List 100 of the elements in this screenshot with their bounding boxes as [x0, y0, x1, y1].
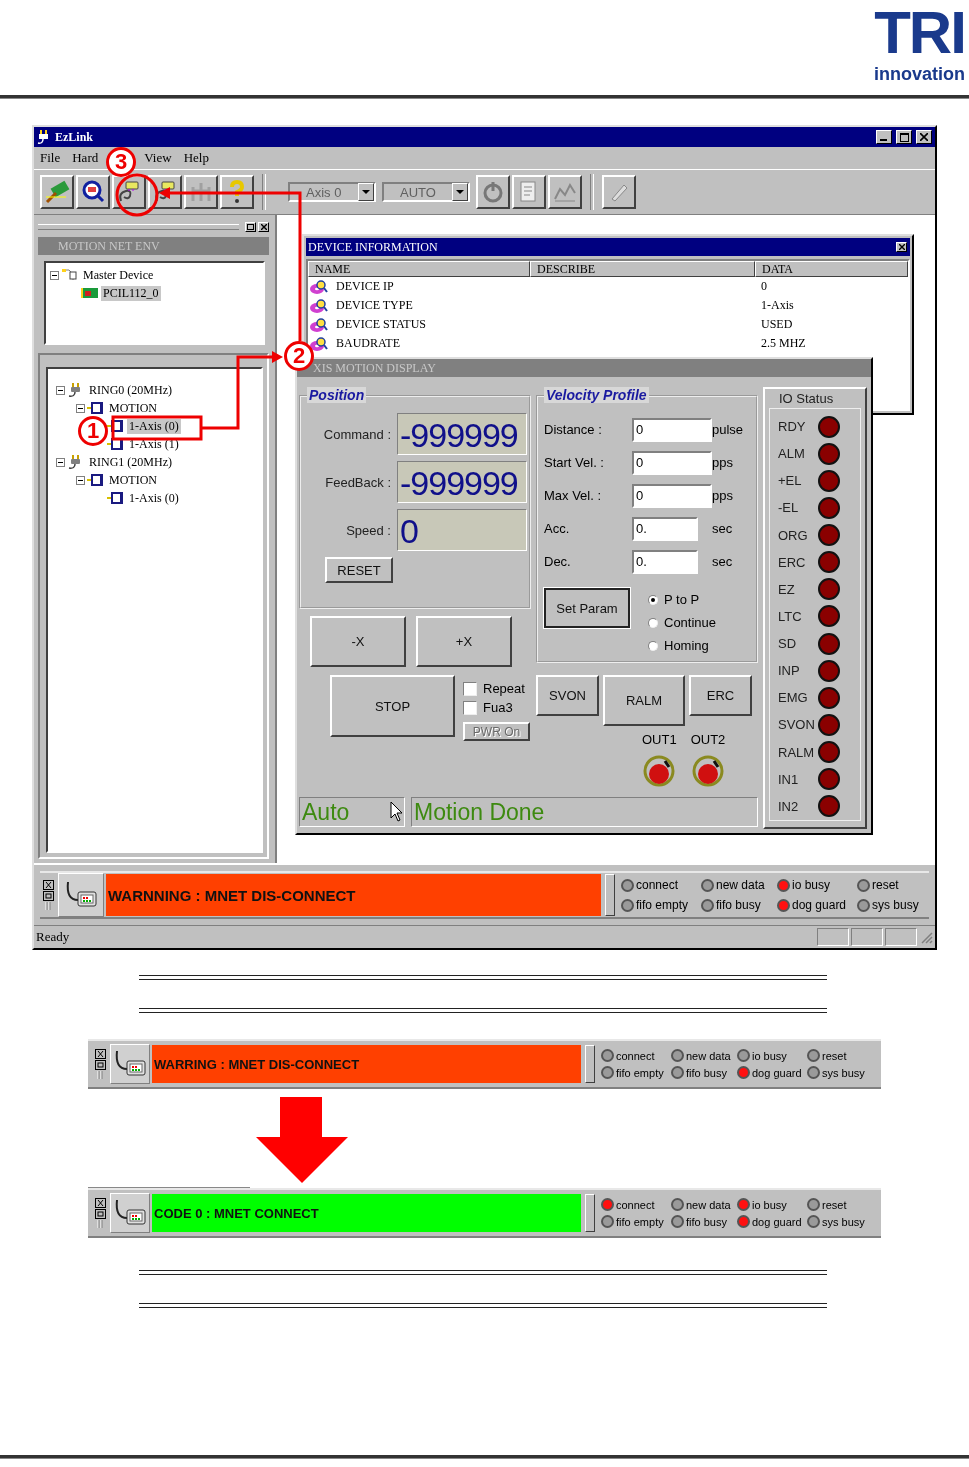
- field-label: FeedBack :: [324, 474, 391, 490]
- toolbar-button[interactable]: [40, 175, 74, 209]
- radio-circle[interactable]: [648, 617, 658, 628]
- tree-item[interactable]: 1-Axis (0): [127, 490, 181, 506]
- toolbar-button[interactable]: [220, 175, 254, 209]
- highlight-ring: [115, 173, 159, 217]
- grip-icon[interactable]: [97, 1071, 103, 1079]
- led-label: sys busy: [822, 1215, 865, 1228]
- column-header[interactable]: DESCRIBE: [530, 261, 755, 277]
- input-field[interactable]: 0: [632, 417, 712, 442]
- input-field[interactable]: 0: [632, 483, 712, 508]
- table-cell-text: 1-Axis: [760, 298, 795, 313]
- column-header[interactable]: NAME: [308, 261, 530, 277]
- splitter-handle[interactable]: [585, 1194, 595, 1232]
- panel-header: MOTION NET ENV: [38, 237, 269, 255]
- output-knob[interactable]: [692, 755, 724, 787]
- tree-item[interactable]: 1-Axis (1): [127, 436, 181, 452]
- tree-item[interactable]: PCIL112_0: [101, 285, 161, 301]
- logo-tagline: innovation: [874, 64, 965, 84]
- option-checkbox[interactable]: Repeat: [463, 681, 530, 696]
- checkbox[interactable]: [463, 681, 477, 696]
- connection-message: WARNNING : MNET DIS-CONNECT: [106, 874, 601, 916]
- minimize-button[interactable]: [876, 130, 892, 144]
- led-label: new data: [686, 1198, 731, 1211]
- cable-device-icon: [64, 880, 98, 910]
- close-icon: [920, 133, 928, 141]
- signal-label: EZ: [778, 581, 796, 597]
- device-icon: [87, 473, 105, 487]
- led-label: fifo busy: [716, 898, 761, 912]
- input-field[interactable]: 0.: [632, 549, 698, 574]
- grip-icon[interactable]: [45, 902, 51, 910]
- jog-button[interactable]: +X: [416, 616, 512, 667]
- led-label: fifo empty: [616, 1066, 664, 1079]
- stop-button[interactable]: STOP: [330, 675, 455, 737]
- mode-radio[interactable]: Homing: [648, 638, 717, 653]
- restore-icon[interactable]: [94, 1060, 106, 1070]
- toolbar-button[interactable]: [76, 175, 110, 209]
- input-field[interactable]: 0.: [632, 516, 698, 541]
- menu-item[interactable]: View: [144, 150, 172, 166]
- splitter-handle[interactable]: [605, 874, 615, 916]
- radio-circle[interactable]: [648, 640, 658, 651]
- collapse-icon[interactable]: [76, 403, 85, 413]
- close-icon[interactable]: [94, 1198, 106, 1208]
- radio-circle[interactable]: [648, 594, 658, 605]
- led-label: io busy: [752, 1049, 787, 1062]
- connection-button[interactable]: [58, 873, 104, 917]
- table-cell: DEVICE TYPE: [336, 298, 413, 313]
- led-label: reset: [822, 1049, 847, 1062]
- menu-item[interactable]: File: [40, 150, 61, 166]
- option-checkbox[interactable]: Fua3: [463, 700, 530, 715]
- mode-radio[interactable]: P to P: [648, 592, 717, 607]
- servo-button[interactable]: SVON: [536, 675, 599, 716]
- checkbox[interactable]: [463, 700, 477, 715]
- jog-button[interactable]: -X: [310, 616, 406, 667]
- close-button[interactable]: [896, 242, 907, 252]
- output-knob[interactable]: [643, 755, 676, 787]
- collapse-icon[interactable]: [56, 457, 65, 467]
- maximize-button[interactable]: [896, 130, 912, 144]
- connection-button[interactable]: [110, 1044, 150, 1084]
- signal-label: IN1: [778, 771, 800, 787]
- splitter-handle[interactable]: [585, 1045, 595, 1083]
- unit-label: sec: [712, 521, 734, 536]
- grip-icon[interactable]: [97, 1220, 103, 1228]
- close-button[interactable]: [258, 222, 269, 232]
- status-text: Ready: [36, 929, 71, 945]
- tree-item[interactable]: Master Device: [81, 267, 156, 283]
- collapse-icon[interactable]: [50, 270, 59, 280]
- reset-button[interactable]: RESET: [325, 557, 393, 583]
- led-label: fifo busy: [686, 1215, 727, 1228]
- led-label: sys busy: [872, 898, 919, 912]
- restore-icon[interactable]: [42, 891, 54, 901]
- mode-radio[interactable]: Continue: [648, 615, 717, 630]
- logo-wordmark: TRI: [874, 2, 965, 64]
- status-pane: [885, 928, 917, 946]
- close-icon[interactable]: [42, 880, 54, 890]
- column-header[interactable]: DATA: [755, 261, 908, 277]
- search-icon: [80, 179, 106, 205]
- tree-item[interactable]: MOTION: [107, 400, 159, 416]
- servo-button[interactable]: ERC: [689, 675, 752, 716]
- restore-icon[interactable]: [94, 1209, 106, 1219]
- maximize-icon: [899, 132, 909, 142]
- menu-item[interactable]: Help: [183, 150, 209, 166]
- collapse-icon[interactable]: [76, 475, 85, 485]
- close-button[interactable]: [916, 130, 932, 144]
- disc-icon: [310, 297, 328, 314]
- close-icon[interactable]: [94, 1049, 106, 1059]
- unit-label: sec: [712, 554, 734, 569]
- tree-item[interactable]: RING1 (20MHz): [87, 454, 174, 470]
- servo-button[interactable]: RALM: [603, 675, 685, 726]
- restore-button[interactable]: [245, 222, 256, 232]
- field-label: Acc.: [544, 521, 571, 536]
- set-param-button[interactable]: Set Param: [544, 588, 630, 628]
- menu-item[interactable]: Hard: [72, 150, 99, 166]
- connection-button[interactable]: [110, 1193, 150, 1233]
- resize-grip-icon[interactable]: [919, 930, 933, 944]
- tree-item[interactable]: RING0 (20MHz): [87, 382, 174, 398]
- input-field[interactable]: 0: [632, 450, 712, 475]
- tree-item[interactable]: MOTION: [107, 472, 159, 488]
- window-title: EzLink: [55, 129, 94, 145]
- collapse-icon[interactable]: [56, 385, 65, 395]
